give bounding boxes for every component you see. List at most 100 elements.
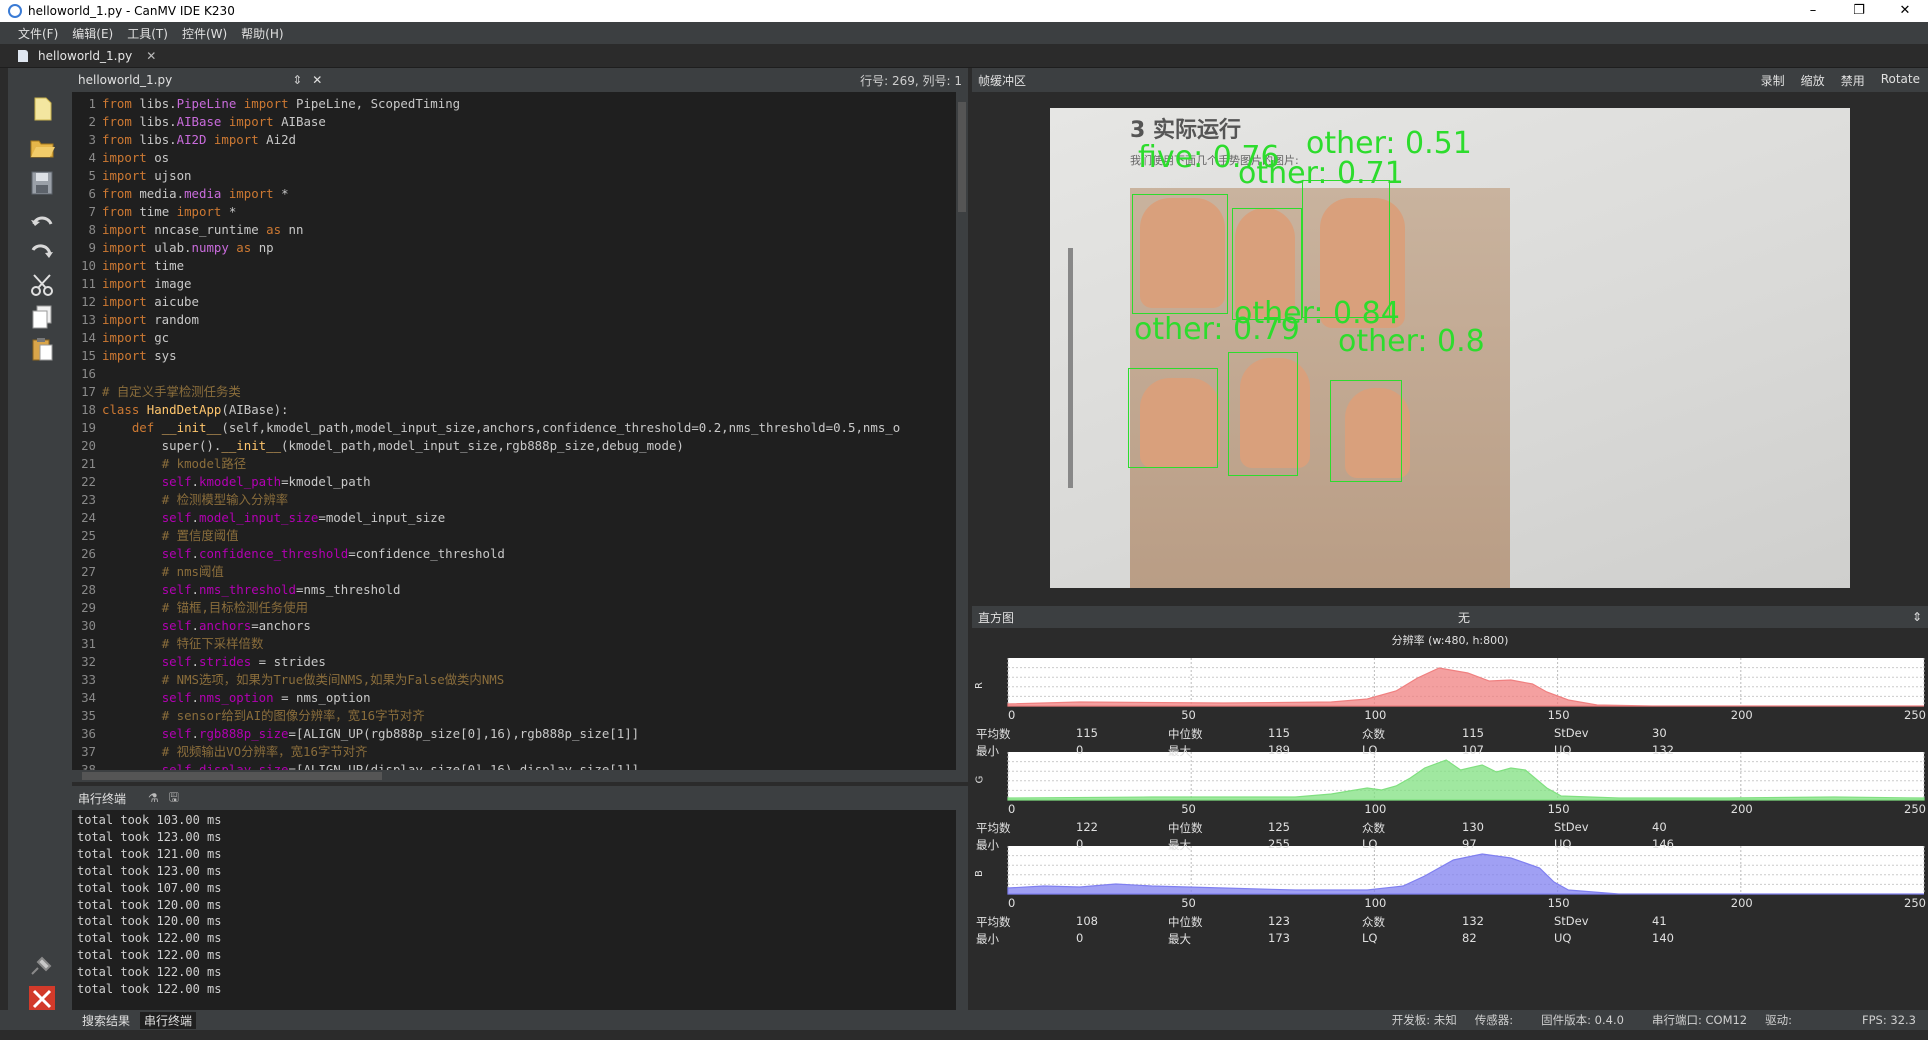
- undo-icon[interactable]: [28, 210, 56, 236]
- app-icon: [8, 4, 22, 18]
- chevron-updown-icon[interactable]: ⇕: [1912, 610, 1922, 624]
- save-icon[interactable]: [28, 170, 56, 196]
- close-window-button[interactable]: ✕: [1882, 0, 1928, 22]
- histogram-stat: 0: [1076, 931, 1084, 945]
- line-number: 26: [81, 546, 96, 561]
- histogram-stat: 最小: [976, 838, 999, 852]
- line-number: 12: [81, 294, 96, 309]
- open-folder-icon[interactable]: [28, 134, 56, 160]
- code-token: from: [102, 132, 140, 147]
- histogram-stat: 173: [1268, 931, 1290, 945]
- cut-icon[interactable]: [28, 272, 56, 298]
- code-token: import: [221, 114, 282, 129]
- line-number: 6: [88, 186, 96, 201]
- code-token: __init__: [161, 420, 222, 435]
- copy-icon[interactable]: [28, 304, 56, 330]
- code-line: 14 import gc: [72, 329, 956, 347]
- code-line: 11 import image: [72, 275, 956, 293]
- code-token: from: [102, 204, 140, 219]
- code-line: 23 # 检测模型输入分辨率: [72, 491, 956, 509]
- code-token: # kmodel路径: [161, 456, 247, 471]
- paste-icon[interactable]: [28, 336, 56, 362]
- redo-icon[interactable]: [28, 240, 56, 266]
- x-tick-label: 0: [1008, 708, 1016, 722]
- connect-icon[interactable]: [28, 952, 56, 978]
- code-line: 26 self. confidence_threshold =confidence_…: [72, 545, 956, 563]
- code-editor[interactable]: 1 from libs. PipeLine import PipeLine, Sco…: [72, 92, 956, 770]
- terminal-line: total took 123.00 ms: [77, 863, 222, 878]
- line-number: 4: [88, 150, 96, 165]
- x-tick-label: 150: [1547, 708, 1570, 722]
- editor-vertical-scrollbar[interactable]: [956, 92, 968, 770]
- maximize-button[interactable]: ❐: [1836, 0, 1882, 22]
- code-token: PipeLine: [176, 96, 237, 111]
- histogram-stat: 132: [1462, 914, 1484, 928]
- code-token: import: [236, 96, 296, 111]
- code-token: import: [102, 276, 155, 291]
- menu-help[interactable]: 帮助(H): [241, 25, 283, 42]
- line-number: 27: [81, 564, 96, 579]
- menu-tools[interactable]: 工具(T): [127, 25, 168, 42]
- disable-button[interactable]: 禁用: [1841, 72, 1865, 89]
- line-number: 19: [81, 420, 96, 435]
- menu-file[interactable]: 文件(F): [18, 25, 58, 42]
- code-token: =[ALIGN_UP(display_size[0],16),display_s…: [288, 762, 640, 770]
- code-token: import: [102, 150, 155, 165]
- cursor-position: 行号: 269, 列号: 1: [860, 73, 962, 88]
- terminal-line: total took 107.00 ms: [77, 880, 222, 895]
- terminal-title: 串行终端: [78, 791, 127, 806]
- histogram-stat: 115: [1076, 726, 1098, 740]
- editor-horizontal-scrollbar[interactable]: [72, 770, 968, 782]
- tab-search-results[interactable]: 搜索结果: [78, 1012, 134, 1029]
- terminal-scrollbar[interactable]: [956, 810, 968, 1010]
- line-number: 7: [88, 204, 96, 219]
- code-token: super().: [102, 438, 222, 453]
- menu-bar: 文件(F) 编辑(E) 工具(T) 控件(W) 帮助(H): [0, 22, 1928, 44]
- histogram-stat: 众数: [1362, 915, 1385, 929]
- code-line: 10 import time: [72, 257, 956, 275]
- file-switch-icon[interactable]: ⇕: [292, 73, 302, 87]
- code-token: os: [154, 150, 170, 165]
- left-toolbar: [8, 68, 72, 1028]
- histogram-stat: 255: [1268, 837, 1290, 851]
- framebuffer-view[interactable]: 3 实际运行 我们使用下面几个手势图片的图片: five: 0.76 other…: [972, 92, 1928, 604]
- file-tab[interactable]: helloworld_1.py ✕: [10, 45, 170, 67]
- code-token: nncase_runtime: [154, 222, 259, 237]
- terminal-line: total took 122.00 ms: [77, 948, 222, 963]
- serial-terminal-output[interactable]: total took 103.00 ms total took 123.00 ms…: [72, 810, 956, 1010]
- status-fps: FPS: 32.3: [1862, 1013, 1916, 1027]
- histogram-mode-select[interactable]: 无: [1458, 609, 1470, 626]
- x-tick-label: 150: [1547, 896, 1570, 910]
- code-token: import: [102, 222, 155, 237]
- menu-widgets[interactable]: 控件(W): [182, 25, 227, 42]
- menu-edit[interactable]: 编辑(E): [72, 25, 113, 42]
- code-token: HandDetApp: [146, 402, 222, 417]
- framebuffer-header: 帧缓冲区 录制 缩放 禁用 Rotate: [972, 68, 1928, 92]
- code-token: (self,kmodel_path,model_input_size,ancho…: [221, 420, 901, 435]
- close-tab-icon[interactable]: ✕: [146, 49, 156, 63]
- rotate-button[interactable]: Rotate: [1881, 72, 1920, 89]
- record-button[interactable]: 录制: [1761, 72, 1785, 89]
- x-tick-label: 50: [1181, 708, 1196, 722]
- histogram-stat: 中位数: [1168, 727, 1203, 741]
- new-file-icon[interactable]: [28, 96, 56, 122]
- code-token: Ai2d: [266, 132, 296, 147]
- tab-serial-terminal[interactable]: 串行终端: [140, 1011, 197, 1029]
- histogram-stat: 最大: [1168, 932, 1191, 946]
- save-terminal-icon[interactable]: 🖫: [169, 788, 179, 809]
- editor-file-selector[interactable]: helloworld_1.py: [78, 73, 172, 87]
- code-token: import: [102, 168, 155, 183]
- code-token: libs.: [139, 114, 177, 129]
- code-token: # 视频输出VO分辨率，宽16字节对齐: [161, 744, 368, 759]
- line-number: 10: [81, 258, 96, 273]
- stop-icon[interactable]: [28, 986, 56, 1012]
- line-number: 29: [81, 600, 96, 615]
- code-line: 29 # 锚框,目标检测任务使用: [72, 599, 956, 617]
- code-token: # 锚框,目标检测任务使用: [161, 600, 308, 615]
- minimize-button[interactable]: –: [1790, 0, 1836, 22]
- zoom-button[interactable]: 缩放: [1801, 72, 1825, 89]
- close-editor-icon[interactable]: ✕: [312, 73, 322, 87]
- code-token: =nms_threshold: [295, 582, 401, 597]
- clear-terminal-icon[interactable]: ⚗: [148, 791, 159, 805]
